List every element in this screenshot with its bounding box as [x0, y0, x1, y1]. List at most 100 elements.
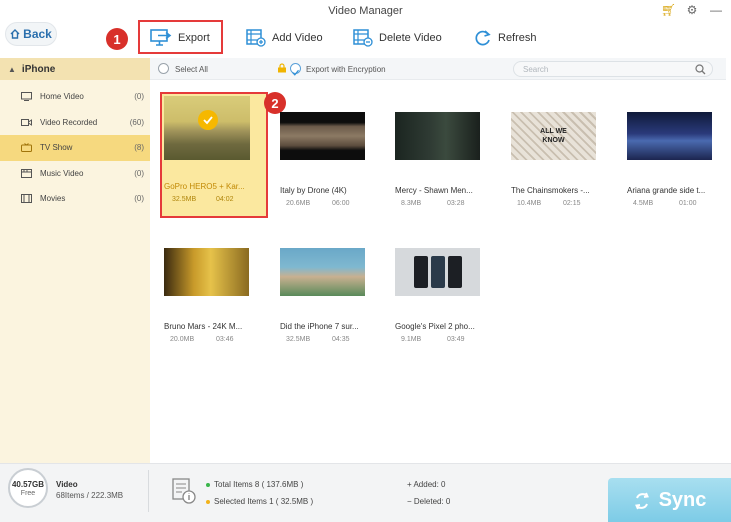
video-size: 20.0MB [170, 336, 195, 343]
toolbar: Back 1 Export Add Video Delete Video Ref… [0, 20, 731, 58]
lock-icon [278, 63, 286, 73]
free-size: 40.57GB [11, 479, 45, 489]
add-video-icon [246, 29, 266, 47]
sidebar-item-music-video[interactable]: Music Video (0) [0, 161, 150, 187]
back-button[interactable]: Back [5, 22, 57, 46]
deleted-stat: − Deleted: 0 [407, 497, 450, 506]
sidebar: ▲ iPhone Home Video (0) Video Recorded (… [0, 58, 150, 463]
back-label: Back [23, 27, 52, 41]
content-header: Select All Export with Encryption Search [150, 58, 726, 80]
sidebar-item-label: Music Video [40, 168, 84, 178]
video-thumbnail [164, 248, 249, 296]
video-thumbnail [280, 248, 365, 296]
add-video-button[interactable]: Add Video [246, 25, 323, 51]
selection-highlight-box [160, 92, 268, 218]
tv-icon [20, 143, 32, 153]
export-label: Export [178, 32, 210, 44]
search-placeholder: Search [523, 65, 549, 74]
video-title: Bruno Mars - 24K M... [164, 322, 243, 331]
video-size: 9.1MB [401, 336, 422, 343]
encryption-checkbox[interactable] [290, 63, 301, 76]
delete-video-icon [353, 29, 373, 47]
export-icon [150, 29, 172, 46]
refresh-label: Refresh [498, 32, 537, 44]
thumbnail-text: ALL WE KNOW [540, 128, 567, 144]
video-size: 10.4MB [517, 200, 542, 207]
video-duration: 06:00 [332, 200, 350, 207]
video-title: Mercy - Shawn Men... [395, 186, 473, 195]
video-title: Ariana grande side t... [627, 186, 706, 195]
delete-video-button[interactable]: Delete Video [353, 25, 442, 51]
category-label: Video [56, 480, 78, 489]
video-title: Italy by Drone (4K) [280, 186, 347, 195]
film-icon [20, 194, 32, 204]
deleted-count: − Deleted: 0 [407, 497, 451, 506]
phone-shape [447, 256, 462, 288]
video-duration: 02:15 [563, 200, 581, 207]
status-footer: 40.57GB Free Video 68Items / 222.3MB Tot… [0, 463, 731, 522]
select-all-label: Select All [175, 65, 208, 74]
home-icon [10, 29, 20, 39]
device-header[interactable]: ▲ iPhone [0, 58, 150, 80]
total-items: Total Items 8 ( 137.6MB ) [214, 480, 304, 489]
sidebar-item-label: Video Recorded [40, 117, 98, 127]
sidebar-item-count: (0) [134, 194, 144, 204]
sidebar-item-tv-show[interactable]: TV Show (8) [0, 135, 150, 161]
refresh-button[interactable]: Refresh [474, 25, 537, 51]
sidebar-item-count: (0) [134, 168, 144, 178]
sidebar-item-movies[interactable]: Movies (0) [0, 186, 150, 212]
video-title: The Chainsmokers -... [511, 186, 590, 195]
video-thumbnail [280, 112, 365, 160]
check-icon [292, 69, 299, 76]
video-duration: 03:49 [447, 336, 465, 343]
info-document-icon [172, 478, 196, 504]
sync-button[interactable]: Sync [608, 478, 731, 522]
sidebar-item-count: (0) [134, 92, 144, 102]
video-duration: 03:28 [447, 200, 465, 207]
minimize-icon[interactable]: — [709, 3, 723, 17]
music-video-icon [20, 168, 32, 178]
video-size: 4.5MB [633, 200, 654, 207]
window-controls: 🛒︎ ⚙ — [661, 3, 723, 17]
cart-icon[interactable]: 🛒︎ [661, 3, 676, 17]
video-thumbnail [395, 248, 480, 296]
device-name: iPhone [21, 63, 56, 75]
added-count: + Added: 0 [407, 480, 446, 489]
sidebar-item-video-recorded[interactable]: Video Recorded (60) [0, 110, 150, 136]
title-bar: Video Manager 🛒︎ ⚙ — [0, 0, 731, 22]
sidebar-item-count: (60) [129, 117, 144, 127]
video-size: 32.5MB [286, 336, 311, 343]
step-badge-1: 1 [106, 28, 128, 50]
step-badge-2: 2 [264, 92, 286, 114]
video-thumbnail [627, 112, 712, 160]
total-items-stat: Total Items 8 ( 137.6MB ) [206, 480, 303, 489]
delete-video-label: Delete Video [379, 32, 442, 44]
sidebar-item-home-video[interactable]: Home Video (0) [0, 84, 150, 110]
storage-ring: 40.57GB Free [8, 468, 48, 508]
video-duration: 04:35 [332, 336, 350, 343]
sidebar-item-label: Home Video [40, 92, 84, 102]
home-video-icon [20, 92, 32, 102]
add-video-label: Add Video [272, 32, 323, 44]
collapse-arrow-icon[interactable]: ▲ [8, 65, 16, 74]
footer-divider [148, 470, 149, 512]
select-all-checkbox[interactable] [158, 63, 169, 74]
export-button[interactable]: Export [150, 25, 210, 51]
video-size: 8.3MB [401, 200, 422, 207]
sync-label: Sync [658, 489, 707, 511]
search-input[interactable]: Search [513, 61, 713, 77]
yellow-dot [206, 499, 210, 504]
phone-shape [413, 256, 428, 288]
phone-shape [430, 256, 445, 288]
search-icon[interactable] [695, 64, 706, 75]
video-title: Google's Pixel 2 pho... [395, 322, 475, 331]
free-label: Free [20, 489, 36, 497]
video-duration: 01:00 [679, 200, 697, 207]
video-thumbnail [395, 112, 480, 160]
video-title: Did the iPhone 7 sur... [280, 322, 359, 331]
camera-icon [20, 117, 32, 127]
added-stat: + Added: 0 [407, 480, 445, 489]
sidebar-item-count: (8) [134, 143, 144, 153]
settings-gear-icon[interactable]: ⚙ [685, 3, 699, 17]
export-encryption-label: Export with Encryption [306, 65, 386, 74]
